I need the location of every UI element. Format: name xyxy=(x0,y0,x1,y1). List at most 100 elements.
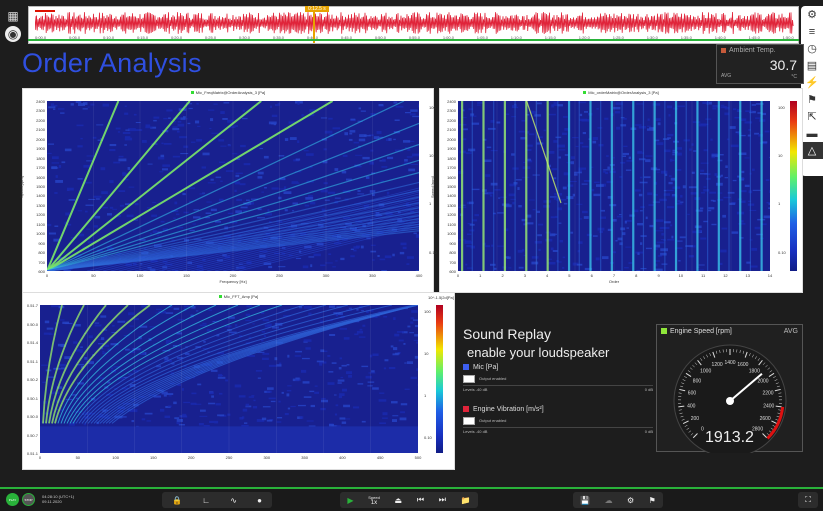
fullscreen-icon[interactable]: ⛶ xyxy=(805,495,811,505)
colorbar-top-label: 10^-1.5|2d[Pa] xyxy=(428,295,454,300)
order-matrix-panel[interactable]: Mic_orderMatrix@OrderAnalysis_3 [Pa] 240… xyxy=(430,88,803,293)
gauge-tick-label: 800 xyxy=(693,378,702,384)
play-status-button[interactable]: PLAY xyxy=(6,493,19,506)
speed-value: 1x xyxy=(370,499,378,506)
page-title: Order Analysis xyxy=(22,48,202,78)
x-tick-label: 4 xyxy=(546,273,549,278)
cloud-icon[interactable]: ☁ xyxy=(605,496,613,505)
channel-name-text: Engine Vibration [m/s²] xyxy=(473,406,544,413)
speed-control[interactable]: Speed 1x xyxy=(368,495,380,506)
output-enable-label: Output enabled xyxy=(479,376,507,381)
x-tick-label: 14 xyxy=(767,273,773,278)
x-tick-label: 350 xyxy=(301,455,308,460)
y-tick-label: 1500 xyxy=(447,184,456,189)
y-tick-label: 1000 xyxy=(447,231,456,237)
settings-icon[interactable]: ⚙ xyxy=(627,496,634,505)
y-tick-label: 1900 xyxy=(36,146,45,152)
y-tick-label: 800 xyxy=(449,250,456,256)
colorbar xyxy=(790,101,797,271)
car-icon[interactable]: ▬ xyxy=(801,125,823,142)
output-enable-row[interactable]: Output enabled xyxy=(463,416,653,425)
order-matrix-title-text: Mic_orderMatrix@OrderAnalysis_3 [Pa] xyxy=(588,90,659,95)
gear-icon[interactable]: ⚙ xyxy=(801,6,823,23)
list-icon[interactable]: ≡ xyxy=(801,23,823,40)
flag-icon[interactable]: ⚑ xyxy=(649,496,656,505)
file-tools-group: 💾 ☁ ⚙ ⚑ xyxy=(573,492,663,508)
gauge-tick-label: 2000 xyxy=(757,378,768,384)
y-tick-label: 2300 xyxy=(447,108,456,114)
overview-range-bar[interactable] xyxy=(28,39,799,41)
layers-icon[interactable]: ▦ xyxy=(4,8,22,24)
stop-status-button[interactable]: STOP xyxy=(22,493,35,506)
x-tick-label: 0 xyxy=(38,455,42,460)
y-tick-label: 1300 xyxy=(447,202,456,208)
ambient-temp-avg: AVG xyxy=(721,73,732,79)
x-tick-label: 0 xyxy=(456,273,460,278)
y-tick-label: 800 xyxy=(38,250,45,256)
heatmap-plot[interactable] xyxy=(40,305,418,453)
y-tick-label: 0.51.7 xyxy=(26,303,38,308)
export-icon[interactable]: ⇱ xyxy=(801,108,823,125)
ambient-temp-value: 30.7 xyxy=(769,57,797,73)
engine-speed-gauge: Engine Speed [rpm] AVG 0 200 400 600 800 1000… xyxy=(656,324,803,453)
eject-icon[interactable]: ⏏ xyxy=(395,496,403,505)
fullscreen-button[interactable]: ⛶ xyxy=(798,492,818,508)
fft-panel[interactable]: Mic_FFT_Amp [Pa] 0.51.7 0.50.0 0.51.4 0.51.… xyxy=(22,292,455,470)
y-tick-label: 1800 xyxy=(36,155,45,161)
output-enable-row[interactable]: Output enabled xyxy=(463,374,653,383)
y-tick-label: 2400 xyxy=(447,99,456,104)
playback-controls: ▶ Speed 1x ⏏ ⏮ ⏭ 📁 xyxy=(340,492,478,508)
output-enable-toggle[interactable] xyxy=(463,416,475,425)
x-tick-label: 50 xyxy=(75,455,81,460)
y-axis-label: Speed [rpm] xyxy=(19,176,24,198)
fft-title: Mic_FFT_Amp [Pa] xyxy=(23,294,454,299)
record-icon[interactable]: ● xyxy=(257,496,262,505)
y-tick-label: 1100 xyxy=(36,221,45,227)
datetime-display: 04:28:10 (UTC+1) 09.11.2020 xyxy=(42,494,74,504)
flag-icon[interactable]: ⚑ xyxy=(801,91,823,108)
x-tick-label: 100 xyxy=(136,273,144,278)
heatmap-plot[interactable] xyxy=(458,101,770,271)
gauge-tick-label: 1200 xyxy=(712,362,723,368)
lightning-icon[interactable]: ⚡ xyxy=(801,74,823,91)
zoom-icon[interactable]: ∿ xyxy=(230,496,237,505)
x-tick-label: 200 xyxy=(229,273,237,278)
x-tick-label: 9 xyxy=(657,273,660,278)
y-tick-label: 1500 xyxy=(36,184,45,189)
gauge-tick-label: 1600 xyxy=(737,362,748,368)
freq-matrix-panel[interactable]: Mic_FreqMatrix@OrderAnalysis_3 [Pa] 2400… xyxy=(19,88,448,293)
clock-icon[interactable]: ◷ xyxy=(801,40,823,57)
save-icon[interactable]: 💾 xyxy=(580,496,590,505)
channel-mic: Mic [Pa] Output enabled Levels -40 dB 0 d… xyxy=(463,364,653,393)
disk-icon[interactable]: ◉ xyxy=(5,26,21,42)
level-max-label: 0 dB xyxy=(644,429,653,434)
level-min-label: Levels -40 dB xyxy=(463,429,488,434)
play-icon[interactable]: ▶ xyxy=(347,496,353,505)
x-tick-label: 400 xyxy=(415,273,423,278)
skip-forward-icon[interactable]: ⏭ xyxy=(439,495,446,505)
colorbar-tick-label: 10 xyxy=(778,153,783,159)
measure-icon[interactable]: ∟ xyxy=(202,496,210,505)
skip-back-icon[interactable]: ⏮ xyxy=(417,495,424,505)
y-tick-label: 1200 xyxy=(36,212,45,218)
output-enable-toggle[interactable] xyxy=(463,374,475,383)
lock-icon[interactable]: 🔒 xyxy=(172,496,182,505)
triangle-icon[interactable]: △ xyxy=(801,142,823,159)
x-tick-label: 50 xyxy=(91,273,96,278)
date-text: 09.11.2020 xyxy=(42,499,62,504)
report-icon[interactable]: ▤ xyxy=(801,57,823,74)
y-tick-label: 2100 xyxy=(36,127,45,133)
y-tick-label: 1600 xyxy=(447,174,456,180)
ambient-temp-name: Ambient Temp. xyxy=(729,47,776,54)
gauge-tick-label: 0 xyxy=(701,427,704,433)
colorbar-tick-label: 1 xyxy=(778,201,781,207)
heatmap-plot[interactable] xyxy=(47,101,419,271)
folder-icon[interactable]: 📁 xyxy=(461,496,471,505)
sound-replay-subheading: enable your loudspeaker xyxy=(467,345,610,360)
level-slider[interactable]: Levels -40 dB 0 dB xyxy=(463,427,653,435)
playback-cursor[interactable] xyxy=(313,7,315,43)
y-axis-label: Speed [rpm] xyxy=(430,176,435,198)
series-dot-icon xyxy=(218,295,222,298)
level-slider[interactable]: Levels -40 dB 0 dB xyxy=(463,385,653,393)
y-tick-label: 1400 xyxy=(447,193,456,199)
